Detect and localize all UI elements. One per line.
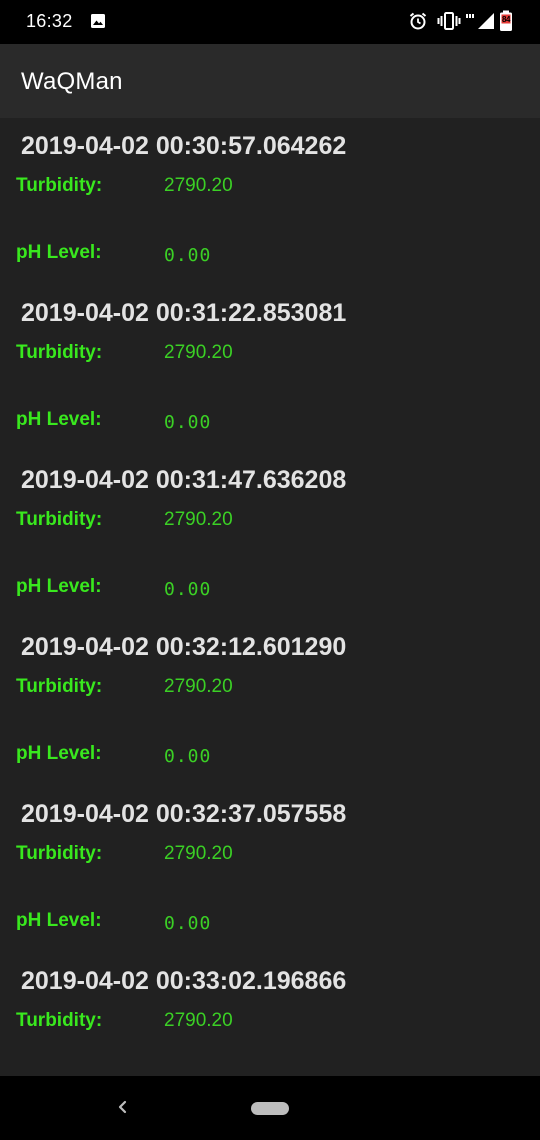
turbidity-value: 2790.20 xyxy=(164,175,233,196)
turbidity-label: Turbidity: xyxy=(16,509,103,530)
turbidity-label: Turbidity: xyxy=(16,1010,103,1031)
ph-level-value: 0.00 xyxy=(164,412,212,433)
turbidity-value: 2790.20 xyxy=(164,509,233,530)
ph-level-label: pH Level: xyxy=(16,743,102,764)
turbidity-value: 2790.20 xyxy=(164,843,233,864)
turbidity-value: 2790.20 xyxy=(164,676,233,697)
reading-timestamp: 2019-04-02 00:32:12.601290 xyxy=(21,633,347,661)
ph-level-label: pH Level: xyxy=(16,409,102,430)
home-pill-icon[interactable] xyxy=(251,1102,289,1115)
image-icon xyxy=(91,14,105,28)
reading-entry: 2019-04-02 00:31:22.853081 Turbidity: 27… xyxy=(0,285,540,452)
turbidity-label: Turbidity: xyxy=(16,342,103,363)
ph-level-label: pH Level: xyxy=(16,576,102,597)
ph-level-value: 0.00 xyxy=(164,913,212,934)
reading-entry: 2019-04-02 00:32:12.601290 Turbidity: 27… xyxy=(0,619,540,786)
reading-entry: 2019-04-02 00:32:37.057558 Turbidity: 27… xyxy=(0,786,540,953)
ph-level-value: 0.00 xyxy=(164,245,212,266)
turbidity-value: 2790.20 xyxy=(164,342,233,363)
signal-icon xyxy=(478,13,494,29)
reading-timestamp: 2019-04-02 00:32:37.057558 xyxy=(21,800,347,828)
ph-level-label: pH Level: xyxy=(16,242,102,263)
status-time: 16:32 xyxy=(26,11,73,31)
vibrate-icon xyxy=(437,12,461,30)
alarm-icon xyxy=(409,12,427,30)
reading-entry: 2019-04-02 00:31:47.636208 Turbidity: 27… xyxy=(0,452,540,619)
app-bar: WaQMan xyxy=(0,44,540,118)
turbidity-label: Turbidity: xyxy=(16,175,103,196)
ph-level-value: 0.00 xyxy=(164,746,212,767)
ph-level-value: 0.00 xyxy=(164,579,212,600)
signal-4g-icon xyxy=(466,14,474,18)
back-icon[interactable] xyxy=(112,1094,134,1120)
app-title: WaQMan xyxy=(21,68,123,95)
reading-timestamp: 2019-04-02 00:31:47.636208 xyxy=(21,466,347,494)
turbidity-value: 2790.20 xyxy=(164,1010,233,1031)
status-bar: 16:32 84 xyxy=(0,0,540,44)
reading-entry: 2019-04-02 00:30:57.064262 Turbidity: 27… xyxy=(0,118,540,285)
turbidity-label: Turbidity: xyxy=(16,676,103,697)
battery-level: 84 xyxy=(502,15,510,24)
ph-level-label: pH Level: xyxy=(16,910,102,931)
reading-entry: 2019-04-02 00:33:02.196866 Turbidity: 27… xyxy=(0,953,540,1076)
reading-timestamp: 2019-04-02 00:30:57.064262 xyxy=(21,132,347,160)
turbidity-label: Turbidity: xyxy=(16,843,103,864)
reading-timestamp: 2019-04-02 00:33:02.196866 xyxy=(21,967,347,995)
navigation-bar xyxy=(0,1076,540,1140)
readings-list[interactable]: 2019-04-02 00:30:57.064262 Turbidity: 27… xyxy=(0,118,540,1076)
reading-timestamp: 2019-04-02 00:31:22.853081 xyxy=(21,299,347,327)
